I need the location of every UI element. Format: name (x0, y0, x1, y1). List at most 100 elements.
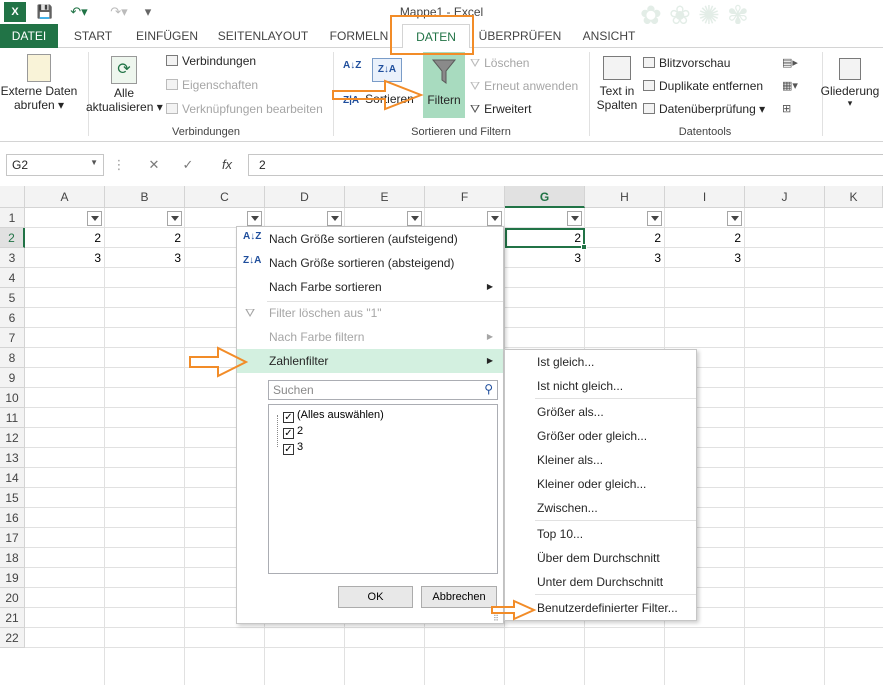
row-header-10[interactable]: 10 (0, 388, 25, 408)
submenu-item-7[interactable]: Zwischen... (505, 496, 696, 520)
enter-icon[interactable]: ✓ (176, 154, 200, 176)
filter-dropdown-icon[interactable] (647, 211, 662, 226)
row-header-9[interactable]: 9 (0, 368, 25, 388)
row-header-8[interactable]: 8 (0, 348, 25, 368)
menu-sort-color[interactable]: Nach Farbe sortieren ▶ (237, 275, 503, 299)
submenu-item-5[interactable]: Kleiner als... (505, 448, 696, 472)
cell-h2[interactable]: 2 (585, 228, 665, 248)
row-header-1[interactable]: 1 (0, 208, 25, 228)
ok-button[interactable]: OK (338, 586, 413, 608)
menu-clear-filter[interactable]: Filter löschen aus "1" (237, 301, 503, 325)
menu-filter-color[interactable]: Nach Farbe filtern ▶ (237, 325, 503, 349)
tab-einfuegen[interactable]: EINFÜGEN (128, 24, 206, 48)
row-header-19[interactable]: 19 (0, 568, 25, 588)
cell-i2[interactable]: 2 (665, 228, 745, 248)
value-item-3[interactable]: ✓ 3 (283, 441, 303, 455)
filtern-button[interactable]: Filtern (423, 52, 465, 118)
submenu-item-2[interactable]: Ist nicht gleich... (505, 374, 696, 398)
erneut-anwenden-button[interactable]: ⛛ Erneut anwenden (470, 79, 578, 94)
cell-i3[interactable]: 3 (665, 248, 745, 268)
submenu-item-10[interactable]: Unter dem Durchschnitt (505, 570, 696, 594)
datenueberpruefung-button[interactable]: Datenüberprüfung ▾ (643, 102, 765, 116)
row-header-4[interactable]: 4 (0, 268, 25, 288)
row-header-7[interactable]: 7 (0, 328, 25, 348)
sortieren-button[interactable]: Z|A Sortieren (343, 92, 414, 106)
row-header-5[interactable]: 5 (0, 288, 25, 308)
column-header-f[interactable]: F (425, 186, 505, 208)
column-header-c[interactable]: C (185, 186, 265, 208)
menu-number-filter[interactable]: Zahlenfilter ▶ (237, 349, 503, 373)
eigenschaften-button[interactable]: Eigenschaften (166, 78, 258, 92)
select-all-corner[interactable] (0, 186, 25, 208)
filter-dropdown-icon[interactable] (407, 211, 422, 226)
menu-sort-desc[interactable]: Nach Größe sortieren (absteigend) (237, 251, 503, 275)
row-header-21[interactable]: 21 (0, 608, 25, 628)
tab-formeln[interactable]: FORMELN (320, 24, 398, 48)
row-header-2[interactable]: 2 (0, 228, 25, 248)
checkbox-checked-icon[interactable]: ✓ (283, 428, 294, 439)
submenu-item-11[interactable]: Benutzerdefinierter Filter... (505, 596, 696, 620)
tab-ansicht[interactable]: ANSICHT (570, 24, 648, 48)
row-header-3[interactable]: 3 (0, 248, 25, 268)
resize-grip-icon[interactable]: ⠿ (493, 614, 499, 623)
row-header-13[interactable]: 13 (0, 448, 25, 468)
text-in-spalten-button[interactable]: Text in Spalten (594, 52, 640, 124)
column-header-d[interactable]: D (265, 186, 345, 208)
abbrechen-button[interactable]: Abbrechen (421, 586, 497, 608)
filter-dropdown-icon[interactable] (247, 211, 262, 226)
row-header-6[interactable]: 6 (0, 308, 25, 328)
filter-dropdown-icon[interactable] (327, 211, 342, 226)
filter-dropdown-icon[interactable] (727, 211, 742, 226)
filter-search-input[interactable]: Suchen ⚲ (268, 380, 498, 400)
row-header-18[interactable]: 18 (0, 548, 25, 568)
consolidate-icon[interactable]: ▤▸ (782, 56, 798, 70)
row-header-12[interactable]: 12 (0, 428, 25, 448)
tab-start[interactable]: START (62, 24, 124, 48)
submenu-item-1[interactable]: Ist gleich... (505, 350, 696, 374)
tab-datei[interactable]: DATEI (0, 24, 58, 48)
checkbox-checked-icon[interactable]: ✓ (283, 412, 294, 423)
row-header-16[interactable]: 16 (0, 508, 25, 528)
value-item-2[interactable]: ✓ 2 (283, 425, 303, 439)
row-header-20[interactable]: 20 (0, 588, 25, 608)
menu-sort-asc[interactable]: Nach Größe sortieren (aufsteigend) (237, 227, 503, 251)
column-header-j[interactable]: J (745, 186, 825, 208)
column-header-b[interactable]: B (105, 186, 185, 208)
externe-daten-button[interactable]: Externe Daten abrufen ▾ (0, 50, 78, 124)
verknuepfungen-button[interactable]: Verknüpfungen bearbeiten (166, 102, 323, 116)
submenu-item-9[interactable]: Über dem Durchschnitt (505, 546, 696, 570)
column-header-i[interactable]: I (665, 186, 745, 208)
what-if-icon[interactable]: ▦▾ (782, 79, 802, 93)
name-box[interactable]: G2 ▼ (6, 154, 104, 176)
loeschen-button[interactable]: ⛛ Löschen (470, 56, 529, 71)
alle-aktualisieren-button[interactable]: ⟳ Alle aktualisieren ▾ (86, 50, 163, 124)
gliederung-button[interactable]: Gliederung ▾ (818, 52, 882, 124)
column-header-e[interactable]: E (345, 186, 425, 208)
erweitert-button[interactable]: ⛛ Erweitert (470, 102, 531, 117)
formula-input[interactable]: 2 (248, 154, 883, 176)
cell-b3[interactable]: 3 (105, 248, 185, 268)
submenu-item-3[interactable]: Größer als... (505, 400, 696, 424)
filter-dropdown-icon[interactable] (167, 211, 182, 226)
tab-seitenlayout[interactable]: SEITENLAYOUT (210, 24, 316, 48)
duplikate-button[interactable]: Duplikate entfernen (643, 79, 763, 93)
tab-daten[interactable]: DATEN (402, 24, 470, 49)
cell-b2[interactable]: 2 (105, 228, 185, 248)
submenu-item-4[interactable]: Größer oder gleich... (505, 424, 696, 448)
select-all-item[interactable]: ✓ (Alles auswählen) (283, 409, 384, 423)
fill-handle[interactable] (581, 244, 587, 250)
filter-dropdown-icon[interactable] (87, 211, 102, 226)
cell-g3[interactable]: 3 (505, 248, 585, 268)
tab-ueberpruefen[interactable]: ÜBERPRÜFEN (474, 24, 566, 48)
column-header-k[interactable]: K (825, 186, 883, 208)
submenu-item-8[interactable]: Top 10... (505, 522, 696, 546)
blitzvorschau-button[interactable]: Blitzvorschau (643, 56, 730, 70)
insert-function-icon[interactable]: fx (214, 154, 240, 176)
cell-h3[interactable]: 3 (585, 248, 665, 268)
cell-a3[interactable]: 3 (25, 248, 105, 268)
cancel-icon[interactable]: ✕ (142, 154, 166, 176)
checkbox-checked-icon[interactable]: ✓ (283, 444, 294, 455)
sort-az-button[interactable]: A↓Z (343, 60, 361, 71)
relationships-icon[interactable]: ⊞ (782, 102, 798, 116)
row-header-15[interactable]: 15 (0, 488, 25, 508)
